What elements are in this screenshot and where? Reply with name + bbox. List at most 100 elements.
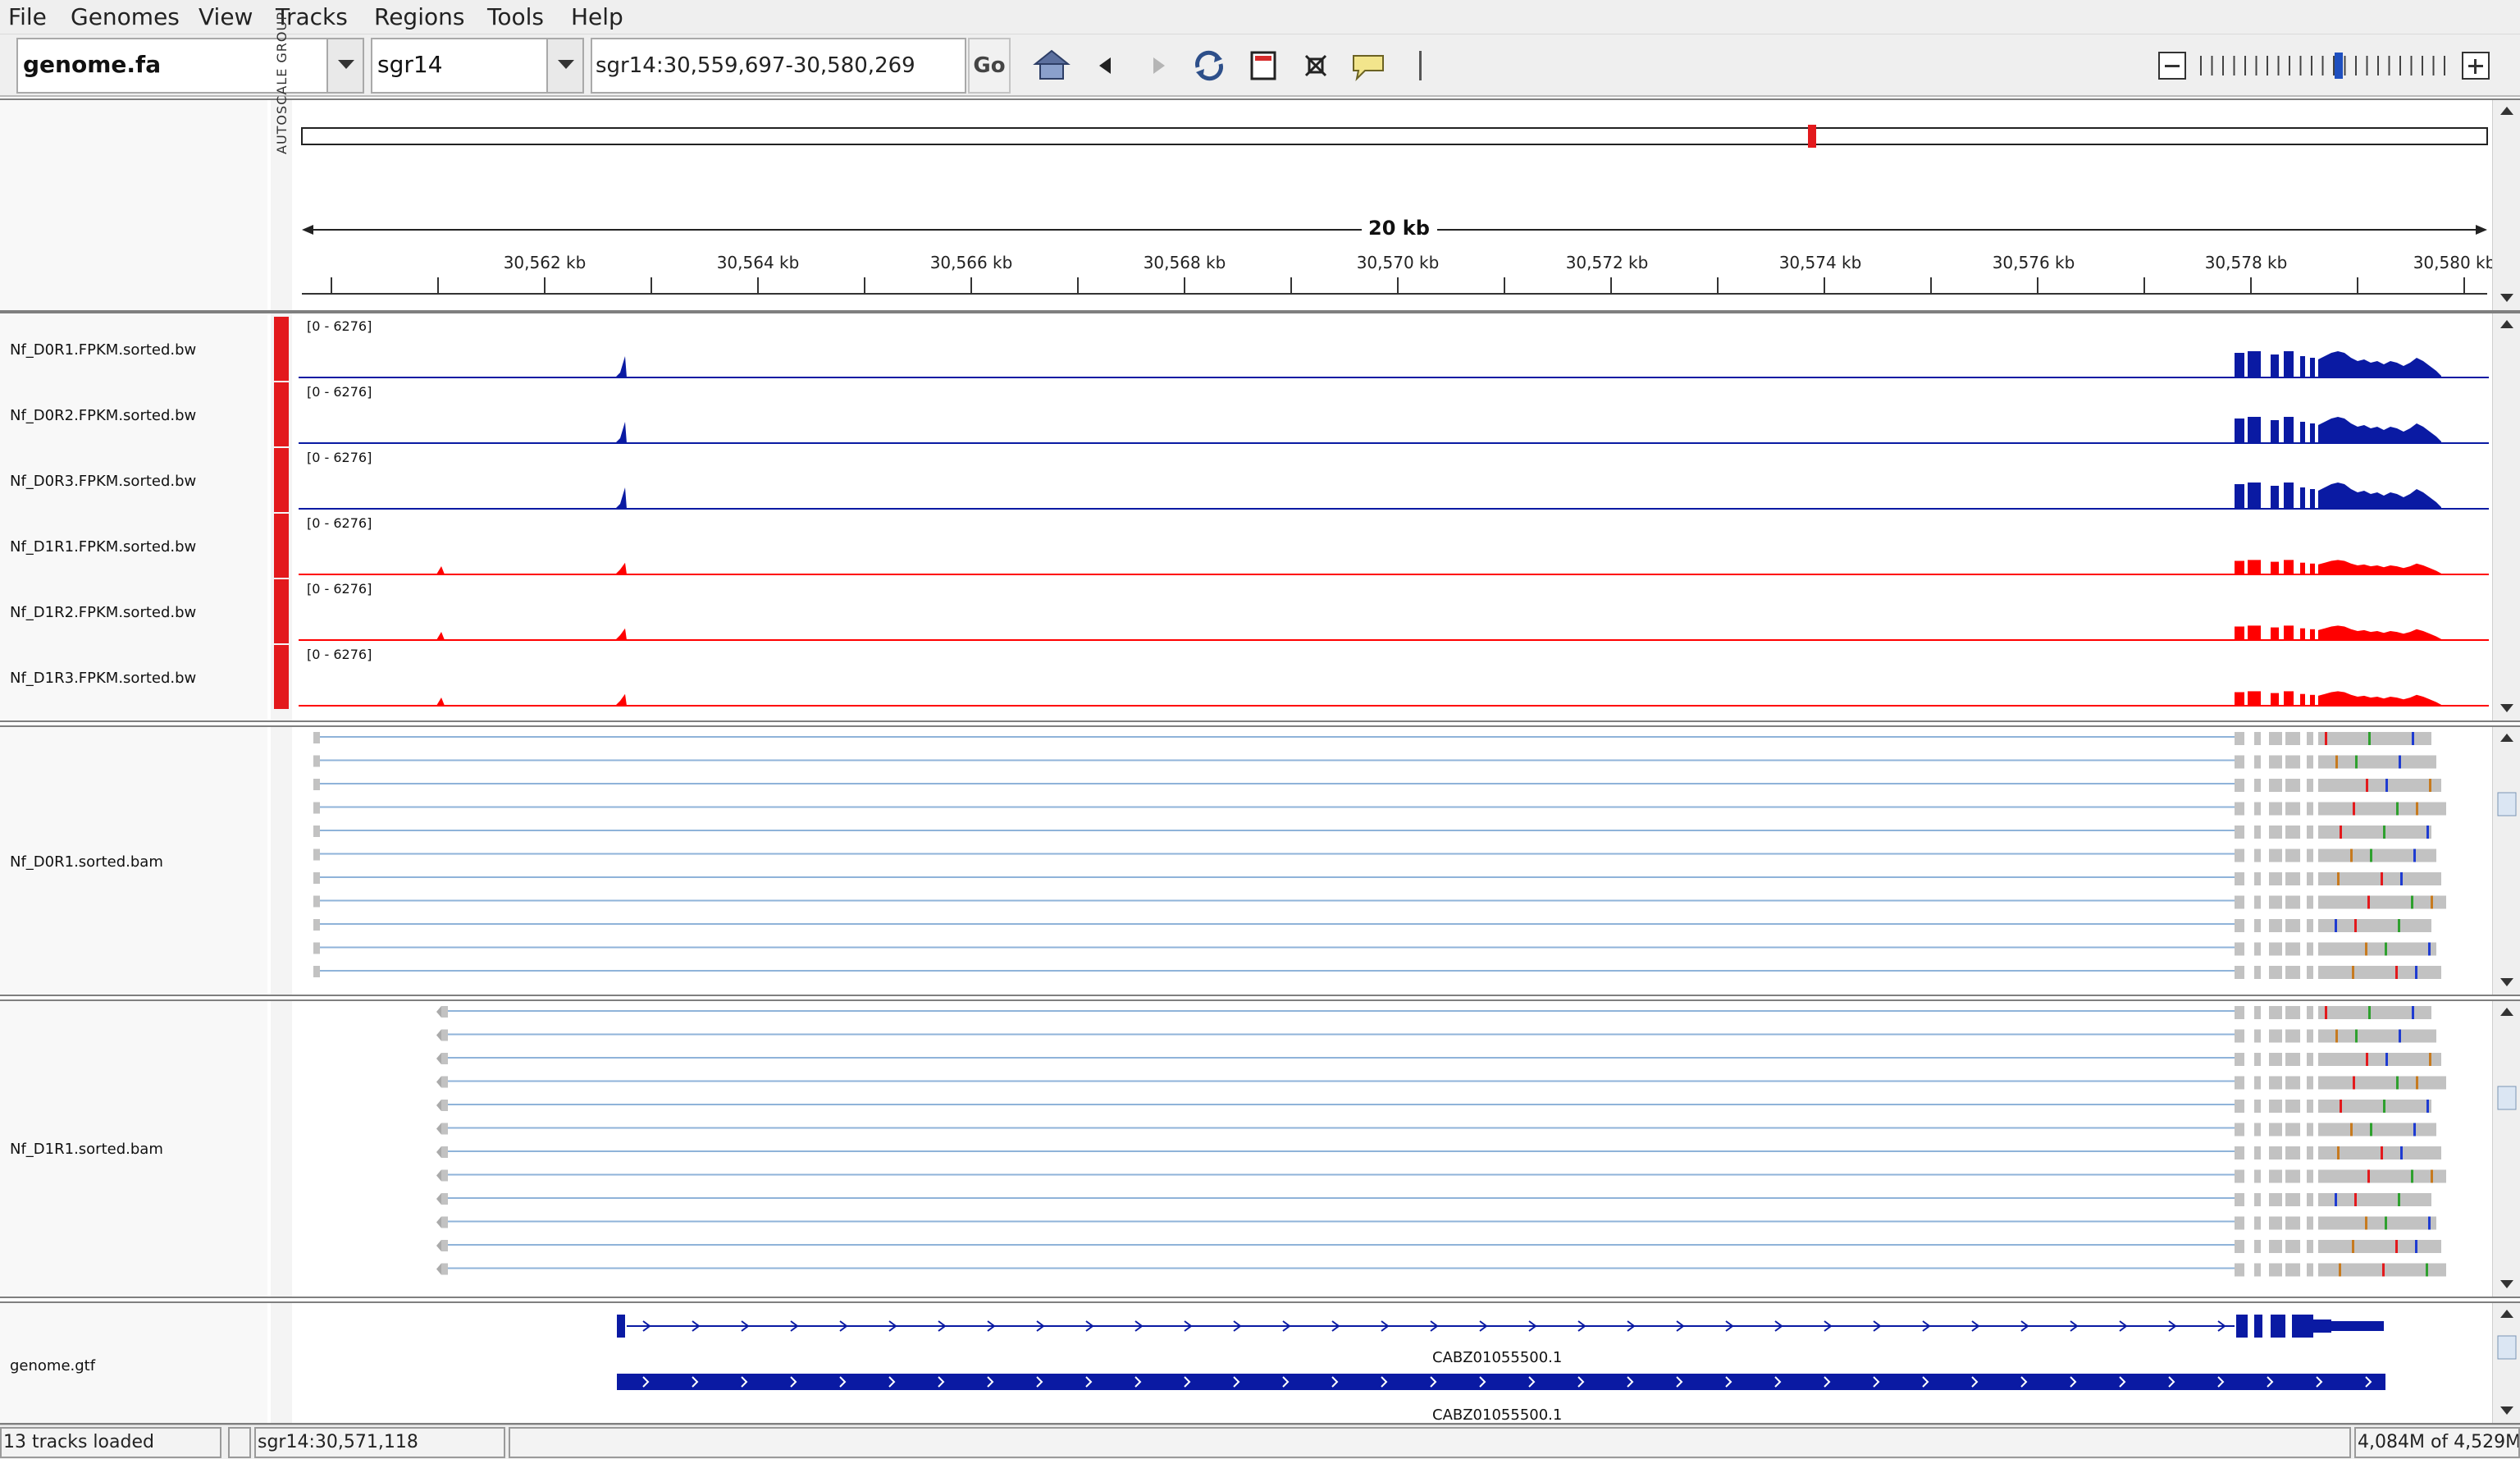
read-block (2235, 779, 2244, 792)
coverage-block (2300, 422, 2305, 443)
coverage-plots[interactable] (299, 313, 2492, 720)
region-navigator-icon[interactable] (1296, 46, 1335, 85)
coverage-peak (615, 562, 627, 574)
ruler-panel[interactable]: 20 kb 30,562 kb 30,564 kb 30,566 kb 30,5… (299, 100, 2495, 310)
coverage-area (2318, 351, 2441, 377)
read-block (2285, 942, 2300, 956)
tick-label: 30,566 kb (929, 253, 1013, 272)
header-scrollbar[interactable] (2492, 100, 2520, 310)
gene-label[interactable]: CABZ01055500.1 (1432, 1349, 1562, 1366)
read-block (2307, 779, 2313, 792)
mismatch-mark (2366, 1053, 2368, 1066)
track-name[interactable]: Nf_D1R1.FPKM.sorted.bw (10, 538, 196, 556)
mismatch-mark (2385, 1053, 2388, 1066)
gene-models[interactable] (299, 1303, 2492, 1423)
chromosome-ideogram[interactable] (301, 127, 2488, 145)
track-name[interactable]: Nf_D1R1.sorted.bam (10, 1141, 163, 1158)
track-name[interactable]: Nf_D1R3.FPKM.sorted.bw (10, 670, 196, 687)
read-strand-arrow (436, 1193, 441, 1205)
read-block (2285, 1029, 2300, 1043)
forward-icon[interactable] (1139, 46, 1178, 85)
track-name[interactable]: Nf_D0R3.FPKM.sorted.bw (10, 473, 196, 490)
read-block (2269, 732, 2282, 745)
exon (2254, 1315, 2262, 1338)
alignment-reads-2[interactable] (299, 1001, 2492, 1297)
status-bar: 13 tracks loaded sgr14:30,571,118 4,084M… (0, 1425, 2520, 1459)
exon (2292, 1315, 2313, 1338)
alignment-data-panel-1[interactable] (299, 727, 2492, 995)
read-block (2285, 779, 2300, 792)
alignment-reads-1[interactable] (299, 727, 2492, 995)
attribute-cell[interactable] (274, 579, 289, 643)
go-button[interactable]: Go (968, 38, 1011, 94)
tick-label: 30,568 kb (1143, 253, 1226, 272)
feature-data-panel[interactable]: CABZ01055500.1 CABZ01055500.1 (299, 1303, 2492, 1424)
read-block (2254, 1146, 2261, 1159)
attribute-cell[interactable] (274, 514, 289, 578)
track-name[interactable]: Nf_D1R2.FPKM.sorted.bw (10, 604, 196, 621)
menu-file[interactable]: File (8, 3, 47, 31)
coverage-block (2235, 626, 2244, 640)
read-block (2269, 802, 2282, 816)
zoom-tick (2222, 56, 2224, 75)
mismatch-mark (2395, 966, 2398, 979)
coverage-scrollbar[interactable] (2492, 313, 2520, 720)
alignment-scrollbar-2[interactable] (2492, 1001, 2520, 1297)
attribute-cell[interactable] (274, 645, 289, 709)
menu-genomes[interactable]: Genomes (71, 3, 180, 31)
alignment-scrollbar-1[interactable] (2492, 727, 2520, 995)
alignment-name-column-1: Nf_D0R1.sorted.bam (0, 727, 267, 995)
read-strand-arrow (436, 1053, 441, 1064)
read-block (441, 1193, 448, 1205)
popup-info-icon[interactable] (1349, 46, 1388, 85)
coverage-peak (615, 628, 627, 640)
coverage-data-panel[interactable]: [0 - 6276] [0 - 6276] [0 - 6276] [0 - 62… (299, 313, 2492, 720)
mismatch-mark (2429, 779, 2431, 792)
locus-input[interactable] (591, 38, 966, 94)
menu-tools[interactable]: Tools (487, 3, 544, 31)
mismatch-mark (2352, 1240, 2354, 1253)
zoom-in-icon[interactable] (2461, 51, 2490, 80)
track-name[interactable]: Nf_D0R2.FPKM.sorted.bw (10, 407, 196, 424)
read-block (2285, 1100, 2300, 1113)
home-icon[interactable] (1032, 46, 1071, 85)
coverage-block (2284, 625, 2294, 640)
gene-label[interactable]: CABZ01055500.1 (1432, 1406, 1562, 1424)
mismatch-mark (2412, 732, 2414, 745)
track-name[interactable]: Nf_D0R1.FPKM.sorted.bw (10, 341, 196, 359)
read-block (2235, 1076, 2244, 1090)
tick-label: 30,580 kb (2413, 253, 2496, 272)
scrollbar-arrows (2497, 1310, 2517, 1415)
attribute-cell[interactable] (274, 382, 289, 446)
chromosome-dropdown[interactable]: sgr14 (371, 38, 584, 94)
zoom-tick (2321, 56, 2324, 75)
refresh-icon[interactable] (1189, 46, 1229, 85)
ruler[interactable] (299, 100, 2492, 310)
read-block (313, 779, 320, 790)
tick-label: 30,574 kb (1778, 253, 1862, 272)
read-block (441, 1263, 448, 1275)
menu-view[interactable]: View (199, 3, 253, 31)
menu-help[interactable]: Help (571, 3, 623, 31)
attribute-cell[interactable] (274, 317, 289, 381)
chromosome-dropdown-arrow[interactable] (546, 39, 582, 92)
mismatch-mark (2429, 1053, 2431, 1066)
zoom-tick (2267, 56, 2268, 75)
menu-regions[interactable]: Regions (374, 3, 464, 31)
mismatch-mark (2383, 826, 2385, 839)
zoom-out-icon[interactable] (2157, 51, 2187, 80)
read-block (2254, 872, 2261, 885)
genome-dropdown[interactable]: genome.fa (16, 38, 364, 94)
read-block (441, 1240, 448, 1251)
genome-dropdown-arrow[interactable] (326, 39, 363, 92)
resize-to-window-icon[interactable] (1244, 46, 1283, 85)
track-name[interactable]: genome.gtf (10, 1357, 95, 1374)
read-block (2254, 1240, 2261, 1253)
attribute-cell[interactable] (274, 448, 289, 512)
read-block (2285, 1006, 2300, 1019)
track-name[interactable]: Nf_D0R1.sorted.bam (10, 853, 163, 871)
feature-scrollbar[interactable] (2492, 1303, 2520, 1423)
zoom-slider[interactable] (2195, 53, 2458, 79)
back-icon[interactable] (1086, 46, 1125, 85)
alignment-data-panel-2[interactable] (299, 1001, 2492, 1297)
